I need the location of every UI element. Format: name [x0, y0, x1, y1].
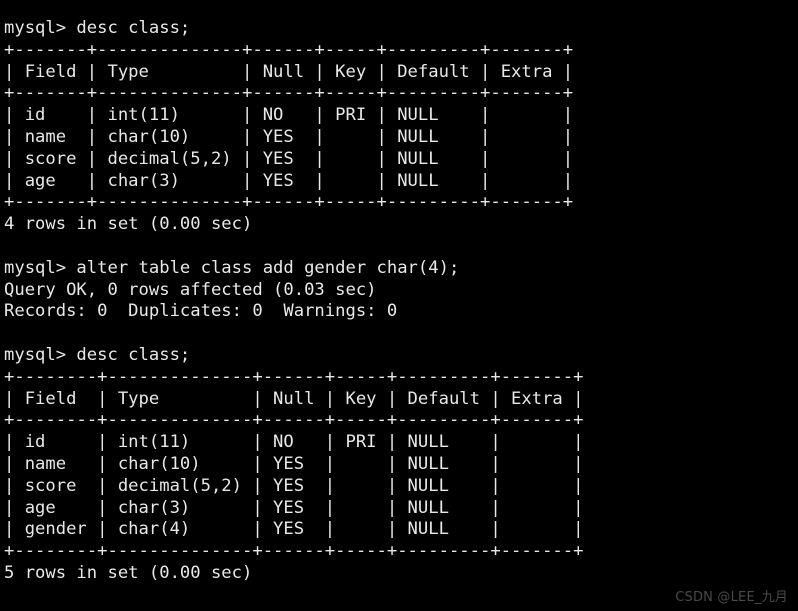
- terminal-line: | age | char(3) | YES | | NULL | |: [4, 170, 574, 191]
- terminal-line: 5 rows in set (0.00 sec): [4, 562, 253, 583]
- terminal-line: | id | int(11) | NO | PRI | NULL | |: [4, 432, 584, 453]
- terminal-line: | gender | char(4) | YES | | NULL | |: [4, 519, 584, 540]
- terminal-output: mysql> desc class; +-------+-------------…: [4, 18, 798, 585]
- terminal-line: | age | char(3) | YES | | NULL | |: [4, 497, 584, 518]
- terminal-line: 4 rows in set (0.00 sec): [4, 214, 253, 235]
- terminal-line: +-------+--------------+------+-----+---…: [4, 192, 574, 213]
- terminal-line: Query OK, 0 rows affected (0.03 sec): [4, 279, 377, 300]
- watermark: CSDN @LEE_九月: [675, 590, 788, 605]
- terminal-line: +--------+--------------+------+-----+--…: [4, 366, 584, 387]
- terminal-line: | score | decimal(5,2) | YES | | NULL | …: [4, 148, 574, 169]
- terminal-line: | Field | Type | Null | Key | Default | …: [4, 388, 584, 409]
- terminal-line: mysql> desc class;: [4, 18, 191, 38]
- terminal-line: +-------+--------------+------+-----+---…: [4, 39, 574, 60]
- terminal-line: +--------+--------------+------+-----+--…: [4, 410, 584, 431]
- terminal-line: Records: 0 Duplicates: 0 Warnings: 0: [4, 301, 398, 322]
- terminal-line: | score | decimal(5,2) | YES | | NULL | …: [4, 475, 584, 496]
- terminal-line: | name | char(10) | YES | | NULL | |: [4, 453, 584, 474]
- terminal-window[interactable]: mysql> desc class; +-------+-------------…: [0, 0, 798, 611]
- terminal-line: mysql> desc class;: [4, 344, 191, 365]
- terminal-line: | id | int(11) | NO | PRI | NULL | |: [4, 105, 574, 126]
- terminal-line: | name | char(10) | YES | | NULL | |: [4, 126, 574, 147]
- terminal-line: | Field | Type | Null | Key | Default | …: [4, 61, 574, 82]
- terminal-line: +--------+--------------+------+-----+--…: [4, 541, 584, 562]
- terminal-line: mysql> alter table class add gender char…: [4, 257, 460, 278]
- terminal-line: +-------+--------------+------+-----+---…: [4, 83, 574, 104]
